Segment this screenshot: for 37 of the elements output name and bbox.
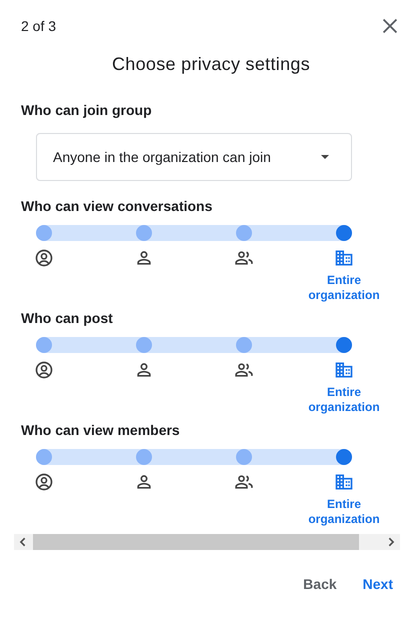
slider-stop[interactable] — [336, 225, 352, 241]
building-icon — [334, 248, 354, 268]
option-label: Entire organization — [307, 273, 381, 303]
horizontal-scrollbar[interactable] — [14, 534, 400, 550]
slider-stop[interactable] — [36, 449, 52, 465]
slider-label: Who can post — [21, 310, 114, 328]
slider-stop[interactable] — [236, 225, 252, 241]
slider-stop[interactable] — [336, 449, 352, 465]
slider-stop[interactable] — [136, 449, 152, 465]
slider-track[interactable] — [36, 225, 352, 241]
next-button[interactable]: Next — [354, 570, 401, 598]
slider-label: Who can view members — [21, 422, 181, 440]
account-circle-icon — [34, 472, 54, 492]
slider-stop[interactable] — [36, 337, 52, 353]
scroll-left-icon[interactable] — [18, 537, 28, 547]
back-button[interactable]: Back — [295, 570, 345, 598]
scroll-right-icon[interactable] — [386, 537, 396, 547]
slider-stop[interactable] — [36, 225, 52, 241]
join-dropdown[interactable]: Anyone in the organization can join — [36, 133, 352, 181]
slider-track[interactable] — [36, 449, 352, 465]
slider-stop[interactable] — [136, 337, 152, 353]
slider-track[interactable] — [36, 337, 352, 353]
account-circle-icon — [34, 248, 54, 268]
account-circle-icon — [34, 360, 54, 380]
slider-stop[interactable] — [336, 337, 352, 353]
scrollbar-thumb[interactable] — [33, 534, 359, 550]
slider-stop[interactable] — [236, 337, 252, 353]
step-counter: 2 of 3 — [21, 18, 56, 34]
dialog-title: Choose privacy settings — [111, 54, 311, 76]
slider-label: Who can view conversations — [21, 198, 214, 216]
building-icon — [334, 472, 354, 492]
slider-stop[interactable] — [236, 449, 252, 465]
option-label: Entire organization — [307, 385, 381, 415]
slider-stop[interactable] — [136, 225, 152, 241]
option-label: Entire organization — [307, 497, 381, 527]
field-label: Who can join group — [21, 102, 153, 120]
building-icon — [334, 360, 354, 380]
